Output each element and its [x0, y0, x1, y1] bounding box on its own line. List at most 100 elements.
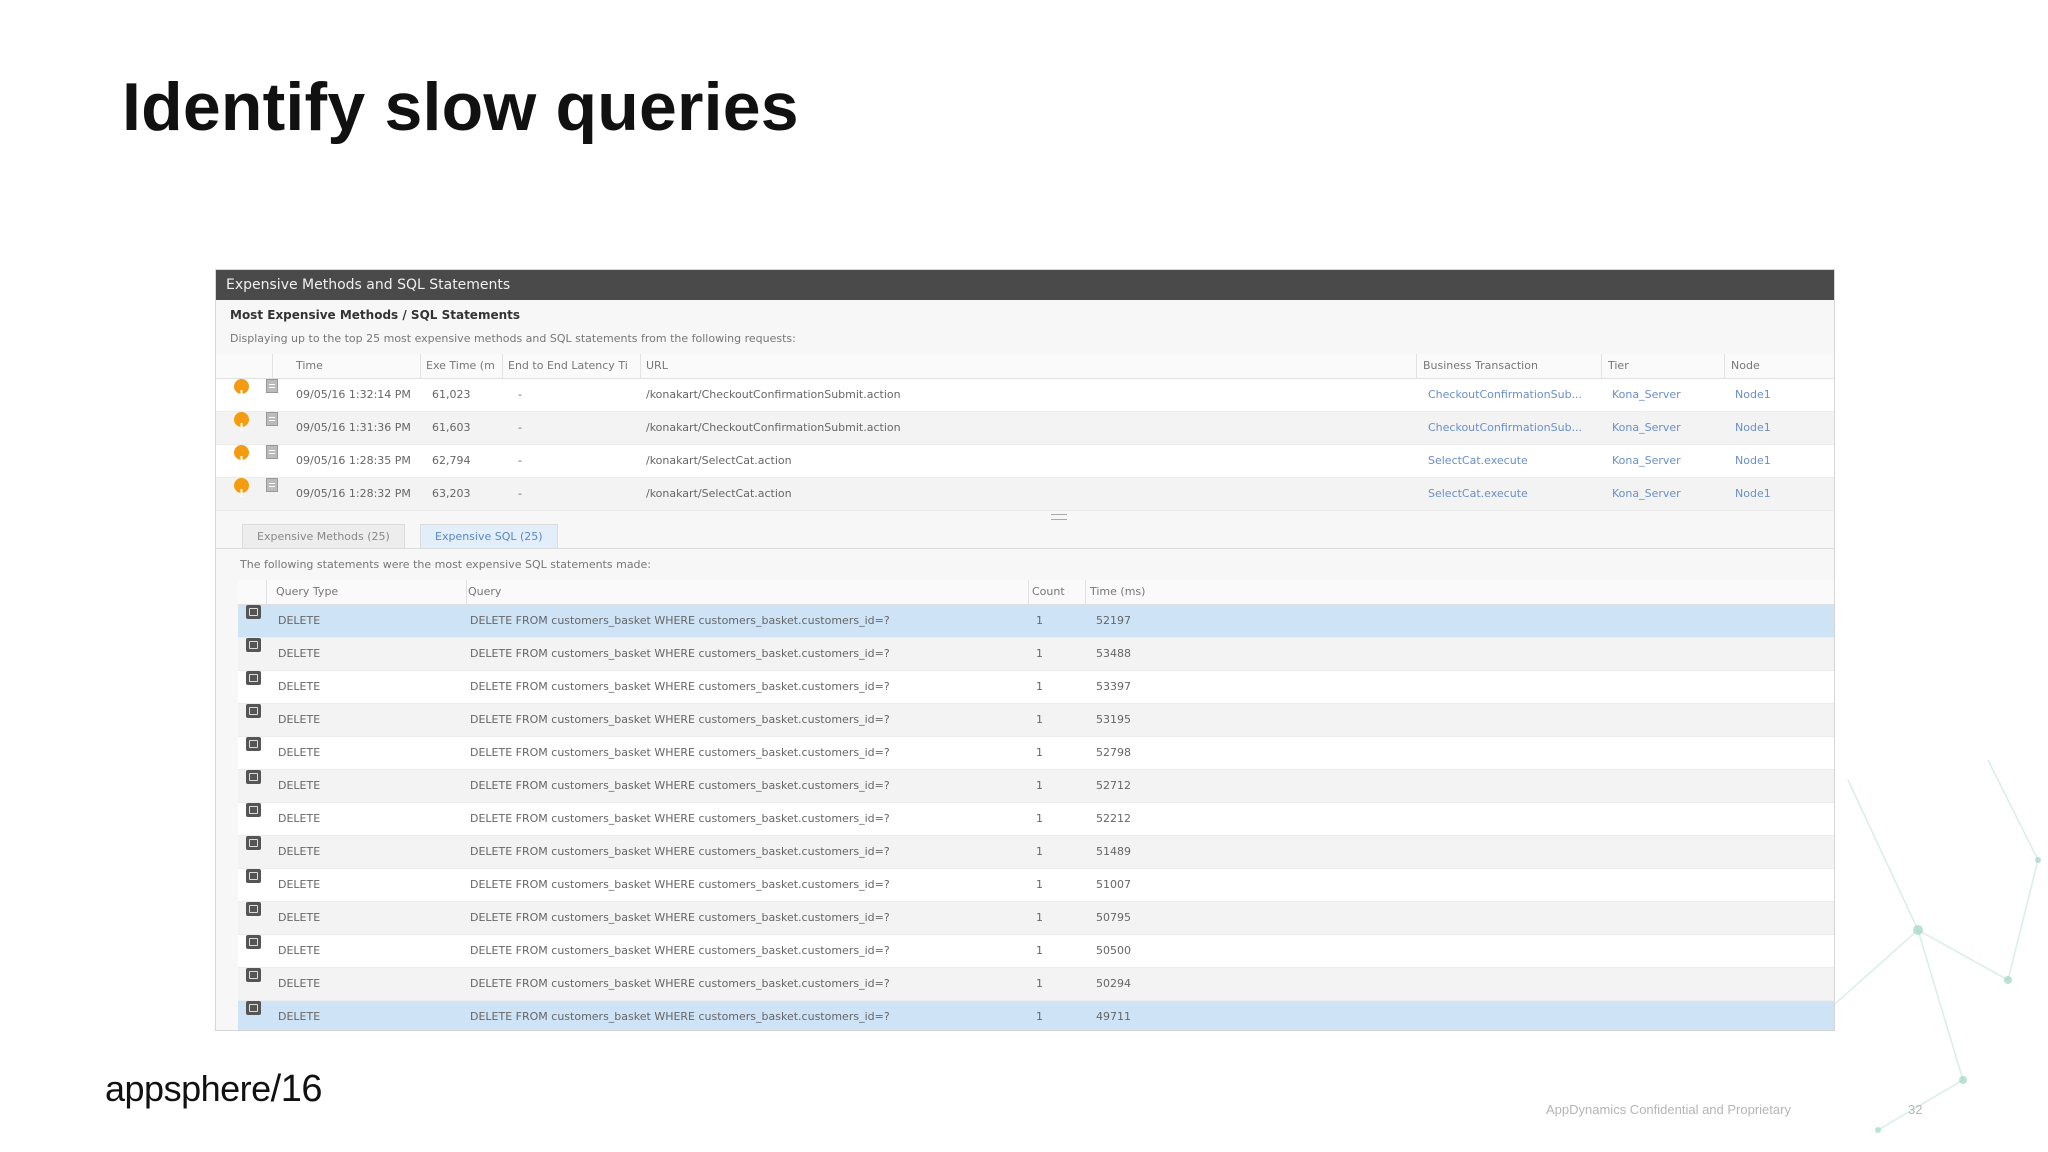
query-count: 1: [1036, 647, 1043, 660]
query-type: DELETE: [278, 779, 321, 792]
document-icon[interactable]: [266, 412, 278, 426]
tab-expensive-methods[interactable]: Expensive Methods (25): [242, 524, 405, 549]
sql-row[interactable]: DELETE DELETE FROM customers_basket WHER…: [238, 803, 1834, 836]
database-icon: [246, 869, 261, 883]
query-time: 50795: [1096, 911, 1131, 924]
query-count: 1: [1036, 746, 1043, 759]
tier-link[interactable]: Kona_Server: [1612, 379, 1681, 411]
query-text: DELETE FROM customers_basket WHERE custo…: [470, 911, 890, 924]
document-icon[interactable]: [266, 379, 278, 393]
column-header-query-type[interactable]: Query Type: [276, 580, 338, 604]
sql-statements-table: Query Type Query Count Time (ms) DELETE …: [238, 580, 1834, 1030]
query-count: 1: [1036, 680, 1043, 693]
sql-row[interactable]: DELETE DELETE FROM customers_basket WHER…: [238, 902, 1834, 935]
pane-splitter-handle[interactable]: [1051, 514, 1067, 520]
column-header-node[interactable]: Node: [1731, 354, 1760, 378]
database-icon: [246, 968, 261, 982]
request-row[interactable]: ! 09/05/16 1:28:35 PM 62,794 - /konakart…: [216, 445, 1834, 478]
document-icon[interactable]: [266, 445, 278, 459]
column-separator: [1601, 354, 1602, 378]
warning-icon: !: [234, 445, 249, 467]
query-time: 53195: [1096, 713, 1131, 726]
document-icon[interactable]: [266, 478, 278, 492]
request-latency: -: [518, 454, 522, 467]
warning-icon: !: [234, 478, 249, 500]
sql-row[interactable]: DELETE DELETE FROM customers_basket WHER…: [238, 836, 1834, 869]
sql-row[interactable]: DELETE DELETE FROM customers_basket WHER…: [238, 869, 1834, 902]
column-header-end-to-end-latency[interactable]: End to End Latency Ti: [508, 354, 628, 378]
node-link[interactable]: Node1: [1735, 412, 1771, 444]
confidential-footer: AppDynamics Confidential and Proprietary: [1546, 1102, 1791, 1117]
request-latency: -: [518, 421, 522, 434]
page-number: 32: [1908, 1102, 1923, 1117]
business-transaction-link[interactable]: CheckoutConfirmationSub...: [1428, 379, 1582, 411]
database-icon: [246, 737, 261, 751]
sql-row[interactable]: DELETE DELETE FROM customers_basket WHER…: [238, 671, 1834, 704]
column-header-url[interactable]: URL: [646, 354, 668, 378]
query-time: 53488: [1096, 647, 1131, 660]
tab-expensive-sql[interactable]: Expensive SQL (25): [420, 524, 558, 549]
column-header-query[interactable]: Query: [468, 580, 501, 604]
sql-row[interactable]: DELETE DELETE FROM customers_basket WHER…: [238, 737, 1834, 770]
node-link[interactable]: Node1: [1735, 445, 1771, 477]
request-time: 09/05/16 1:28:35 PM: [296, 454, 411, 467]
sql-row[interactable]: DELETE DELETE FROM customers_basket WHER…: [238, 638, 1834, 671]
query-text: DELETE FROM customers_basket WHERE custo…: [470, 713, 890, 726]
column-separator: [1724, 354, 1725, 378]
sql-row[interactable]: DELETE DELETE FROM customers_basket WHER…: [238, 605, 1834, 638]
tier-link[interactable]: Kona_Server: [1612, 478, 1681, 510]
column-separator: [1416, 354, 1417, 378]
sql-row[interactable]: DELETE DELETE FROM customers_basket WHER…: [238, 935, 1834, 968]
request-exe-time: 61,603: [432, 421, 471, 434]
tier-link[interactable]: Kona_Server: [1612, 445, 1681, 477]
business-transaction-link[interactable]: SelectCat.execute: [1428, 445, 1528, 477]
request-row[interactable]: ! 09/05/16 1:32:14 PM 61,023 - /konakart…: [216, 379, 1834, 412]
appsphere-logo: appsphere/16: [105, 1068, 322, 1111]
tab-divider: [216, 548, 1834, 549]
request-latency: -: [518, 487, 522, 500]
query-count: 1: [1036, 1010, 1043, 1023]
request-row[interactable]: ! 09/05/16 1:28:32 PM 63,203 - /konakart…: [216, 478, 1834, 511]
column-separator: [420, 354, 421, 378]
section-title: Most Expensive Methods / SQL Statements: [230, 308, 521, 322]
query-text: DELETE FROM customers_basket WHERE custo…: [470, 614, 890, 627]
request-url: /konakart/CheckoutConfirmationSubmit.act…: [646, 421, 901, 434]
query-time: 52197: [1096, 614, 1131, 627]
query-type: DELETE: [278, 647, 321, 660]
column-header-tier[interactable]: Tier: [1608, 354, 1629, 378]
column-header-business-transaction[interactable]: Business Transaction: [1423, 354, 1538, 378]
column-header-exe-time[interactable]: Exe Time (m: [426, 354, 495, 378]
request-url: /konakart/CheckoutConfirmationSubmit.act…: [646, 388, 901, 401]
business-transaction-link[interactable]: CheckoutConfirmationSub...: [1428, 412, 1582, 444]
panel-header: Expensive Methods and SQL Statements: [216, 270, 1834, 300]
database-icon: [246, 935, 261, 949]
column-separator: [1028, 580, 1029, 604]
query-text: DELETE FROM customers_basket WHERE custo…: [470, 944, 890, 957]
query-count: 1: [1036, 944, 1043, 957]
sql-row[interactable]: DELETE DELETE FROM customers_basket WHER…: [238, 770, 1834, 803]
database-icon: [246, 803, 261, 817]
requests-table-body: ! 09/05/16 1:32:14 PM 61,023 - /konakart…: [216, 379, 1834, 511]
sql-table-body: DELETE DELETE FROM customers_basket WHER…: [238, 605, 1834, 1030]
sql-row[interactable]: DELETE DELETE FROM customers_basket WHER…: [238, 1001, 1834, 1030]
sql-row[interactable]: DELETE DELETE FROM customers_basket WHER…: [238, 704, 1834, 737]
request-row[interactable]: ! 09/05/16 1:31:36 PM 61,603 - /konakart…: [216, 412, 1834, 445]
database-icon: [246, 836, 261, 850]
node-link[interactable]: Node1: [1735, 379, 1771, 411]
query-text: DELETE FROM customers_basket WHERE custo…: [470, 812, 890, 825]
column-header-time[interactable]: Time (ms): [1090, 580, 1145, 604]
column-header-count[interactable]: Count: [1032, 580, 1065, 604]
slide-title: Identify slow queries: [122, 69, 799, 145]
node-link[interactable]: Node1: [1735, 478, 1771, 510]
business-transaction-link[interactable]: SelectCat.execute: [1428, 478, 1528, 510]
column-separator: [1085, 580, 1086, 604]
database-icon: [246, 638, 261, 652]
query-time: 52212: [1096, 812, 1131, 825]
request-time: 09/05/16 1:28:32 PM: [296, 487, 411, 500]
query-text: DELETE FROM customers_basket WHERE custo…: [470, 680, 890, 693]
column-header-time[interactable]: Time: [296, 354, 323, 378]
tier-link[interactable]: Kona_Server: [1612, 412, 1681, 444]
query-time: 51007: [1096, 878, 1131, 891]
query-time: 49711: [1096, 1010, 1131, 1023]
sql-row[interactable]: DELETE DELETE FROM customers_basket WHER…: [238, 968, 1834, 1001]
